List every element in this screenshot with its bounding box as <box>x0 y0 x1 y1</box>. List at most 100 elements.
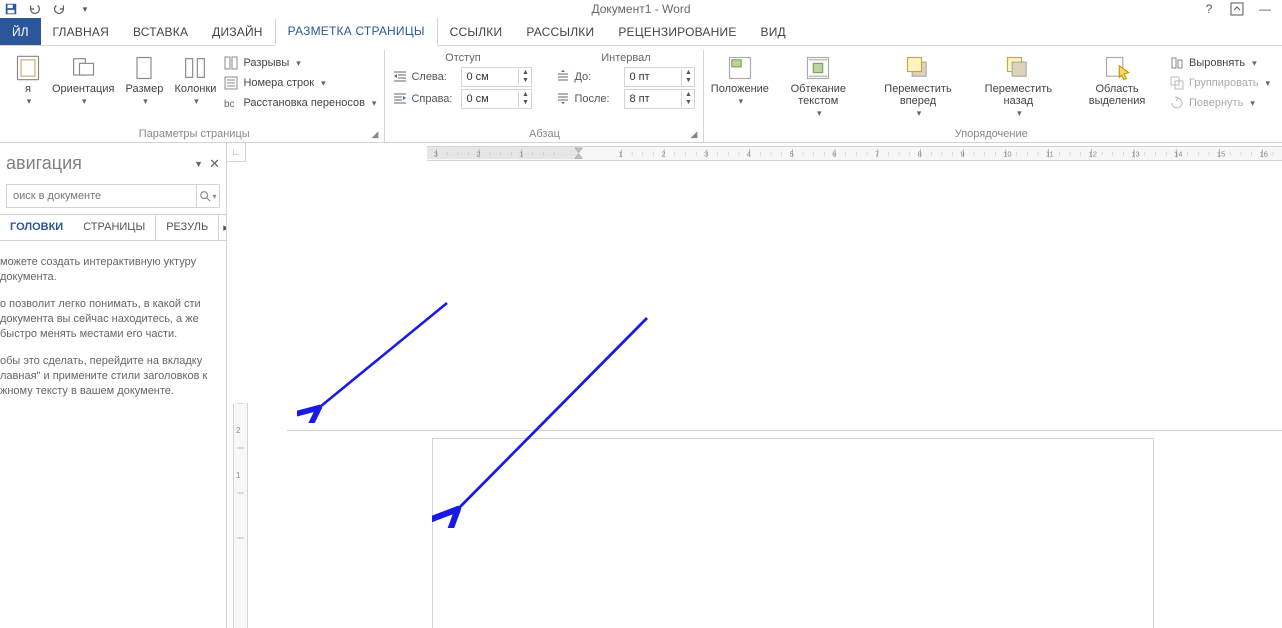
ribbon-options-icon[interactable] <box>1230 2 1244 16</box>
nav-help-p1: можете создать интерактивную уктуру доку… <box>0 255 218 285</box>
nav-tab-results[interactable]: РЕЗУЛЬ <box>155 215 218 240</box>
line-numbers-label: Номера строк <box>243 77 314 89</box>
dialog-launcher-icon[interactable]: ◢ <box>372 129 379 140</box>
hyphenation-icon: bc <box>224 96 238 110</box>
bring-forward-button[interactable]: Переместить вперед ▾ <box>869 52 966 121</box>
spacing-before-value[interactable] <box>625 71 681 83</box>
redo-icon[interactable] <box>52 2 66 16</box>
svg-text:bc: bc <box>224 99 235 110</box>
spinner-up-icon[interactable]: ▲ <box>682 91 694 99</box>
breaks-button[interactable]: Разрывы▾ <box>224 54 376 72</box>
position-button[interactable]: Положение ▾ <box>712 52 767 109</box>
chevron-down-icon: ▾ <box>817 108 822 119</box>
tab-page-layout[interactable]: РАЗМЕТКА СТРАНИЦЫ <box>275 16 438 46</box>
indent-left-input[interactable]: ▲▼ <box>461 67 532 87</box>
horizontal-ruler[interactable]: 3211234567891011121314151617 <box>427 146 1282 161</box>
help-icon[interactable]: ? <box>1202 2 1216 16</box>
group-button[interactable]: Группировать▾ <box>1170 74 1270 92</box>
search-box[interactable]: ▾ <box>6 184 220 208</box>
chevron-down-icon: ▾ <box>27 96 32 107</box>
size-button[interactable]: Размер ▾ <box>122 52 166 109</box>
rotate-label: Повернуть <box>1189 97 1243 109</box>
indent-right-input[interactable]: ▲▼ <box>461 89 532 109</box>
breaks-icon <box>224 56 238 70</box>
svg-text:1: 1 <box>619 149 623 158</box>
chevron-down-icon: ▾ <box>739 96 744 107</box>
undo-icon[interactable] <box>28 2 42 16</box>
navigation-pane: авигация ▼ ✕ ▾ ГОЛОВКИ СТРАНИЦЫ РЕЗУЛЬ ▸… <box>0 143 227 628</box>
nav-tab-scroll-icon[interactable]: ▸ <box>218 215 227 240</box>
tab-insert[interactable]: ВСТАВКА <box>121 18 200 45</box>
svg-text:11: 11 <box>1046 149 1054 158</box>
spacing-after-input[interactable]: ▲▼ <box>624 89 695 109</box>
selection-pane-button[interactable]: Область выделения <box>1070 52 1164 109</box>
rotate-button[interactable]: Повернуть▾ <box>1170 94 1270 112</box>
tab-view[interactable]: ВИД <box>749 18 798 45</box>
document-page[interactable] <box>433 439 1153 628</box>
wrap-text-button[interactable]: Обтекание текстом ▾ <box>773 52 863 121</box>
chevron-down-icon: ▾ <box>82 96 87 107</box>
align-label: Выровнять <box>1189 57 1245 69</box>
search-input[interactable] <box>7 190 196 202</box>
dialog-launcher-icon[interactable]: ◢ <box>691 129 698 140</box>
ribbon-tabs: ЙЛ ГЛАВНАЯ ВСТАВКА ДИЗАЙН РАЗМЕТКА СТРАН… <box>0 18 1282 46</box>
vertical-ruler[interactable]: 2 1 <box>233 403 248 628</box>
svg-text:3: 3 <box>704 149 708 158</box>
nav-help-p3: обы это сделать, перейдите на вкладку ла… <box>0 354 218 399</box>
orientation-button[interactable]: Ориентация ▾ <box>50 52 116 109</box>
spacing-after-value[interactable] <box>625 93 681 105</box>
send-backward-label: Переместить назад <box>975 83 1062 107</box>
send-backward-button[interactable]: Переместить назад ▾ <box>973 52 1064 121</box>
spinner-down-icon[interactable]: ▼ <box>519 99 531 107</box>
spinner-down-icon[interactable]: ▼ <box>519 77 531 85</box>
hyphenation-button[interactable]: bc Расстановка переносов▾ <box>224 94 376 112</box>
group-label: Группировать <box>1189 77 1259 89</box>
spinner-up-icon[interactable]: ▲ <box>519 69 531 77</box>
tab-references[interactable]: ССЫЛКИ <box>438 18 515 45</box>
svg-text:15: 15 <box>1217 149 1225 158</box>
columns-button[interactable]: Колонки ▾ <box>172 52 218 109</box>
page-gap <box>287 161 1282 431</box>
paragraph-group-text: Абзац <box>529 128 560 140</box>
margins-button[interactable]: я ▾ <box>12 52 44 109</box>
svg-text:12: 12 <box>1089 149 1097 158</box>
navigation-help-text: можете создать интерактивную уктуру доку… <box>0 241 226 419</box>
ribbon: я ▾ Ориентация ▾ Размер ▾ Колонки ▾ <box>0 46 1282 143</box>
indent-left-value[interactable] <box>462 71 518 83</box>
spinner-down-icon[interactable]: ▼ <box>682 99 694 107</box>
tab-home[interactable]: ГЛАВНАЯ <box>41 18 121 45</box>
svg-text:2: 2 <box>236 426 241 435</box>
line-numbers-button[interactable]: Номера строк ▾ <box>224 74 376 92</box>
tab-file[interactable]: ЙЛ <box>0 18 41 45</box>
position-label: Положение <box>711 83 769 95</box>
spacing-after-label: После: <box>574 93 620 105</box>
bring-forward-label: Переместить вперед <box>871 83 964 107</box>
search-icon[interactable]: ▾ <box>196 185 219 207</box>
chevron-down-icon[interactable]: ▼ <box>194 159 203 169</box>
svg-text:5: 5 <box>789 149 793 158</box>
spinner-down-icon[interactable]: ▼ <box>682 77 694 85</box>
svg-text:2: 2 <box>661 149 665 158</box>
chevron-down-icon: ▾ <box>321 78 326 89</box>
nav-tab-headings[interactable]: ГОЛОВКИ <box>0 215 73 240</box>
spinner-up-icon[interactable]: ▲ <box>519 91 531 99</box>
tab-review[interactable]: РЕЦЕНЗИРОВАНИЕ <box>606 18 748 45</box>
chevron-down-icon: ▾ <box>143 96 148 107</box>
group-label-page-setup: Параметры страницы ◢ <box>12 126 376 142</box>
editor-surface: ∟ 3211234567891011121314151617 2 1 <box>227 143 1282 628</box>
tab-design[interactable]: ДИЗАЙН <box>200 18 275 45</box>
indent-right-value[interactable] <box>462 93 518 105</box>
tab-mailings[interactable]: РАССЫЛКИ <box>514 18 606 45</box>
minimize-icon[interactable]: — <box>1258 2 1272 16</box>
save-icon[interactable] <box>4 2 18 16</box>
spacing-before-input[interactable]: ▲▼ <box>624 67 695 87</box>
nav-tab-pages[interactable]: СТРАНИЦЫ <box>73 215 155 240</box>
spinner-up-icon[interactable]: ▲ <box>682 69 694 77</box>
svg-text:7: 7 <box>875 149 879 158</box>
align-button[interactable]: Выровнять▾ <box>1170 54 1270 72</box>
qat-customize-icon[interactable]: ▾ <box>78 2 92 16</box>
indent-header: Отступ <box>393 52 532 65</box>
ruler-corner-icon[interactable]: ∟ <box>227 143 246 162</box>
orientation-icon <box>69 54 97 82</box>
close-icon[interactable]: ✕ <box>209 156 220 172</box>
